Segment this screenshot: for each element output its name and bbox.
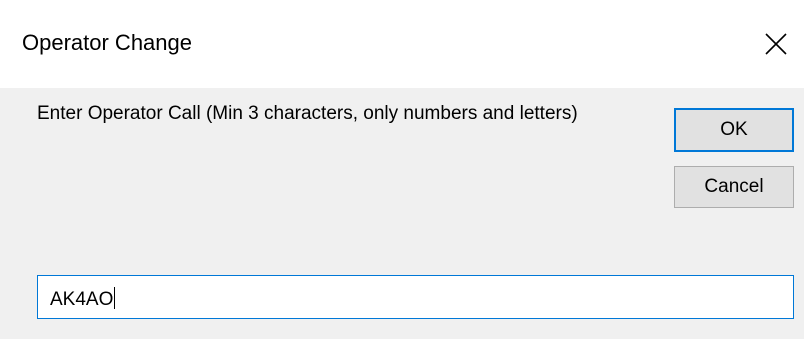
title-bar: Operator Change: [0, 0, 804, 88]
operator-call-input[interactable]: AK4AO: [37, 275, 794, 319]
ok-button[interactable]: OK: [674, 108, 794, 152]
operator-call-value-wrap: AK4AO: [50, 287, 116, 311]
close-button[interactable]: [762, 30, 790, 58]
cancel-button[interactable]: Cancel: [674, 166, 794, 208]
operator-change-dialog: Operator Change Enter Operator Call (Min…: [0, 0, 804, 339]
close-icon: [765, 33, 787, 55]
operator-call-prompt: Enter Operator Call (Min 3 characters, o…: [37, 103, 578, 124]
operator-call-value: AK4AO: [50, 289, 114, 310]
window-title: Operator Change: [22, 30, 192, 55]
text-caret: [114, 287, 116, 309]
